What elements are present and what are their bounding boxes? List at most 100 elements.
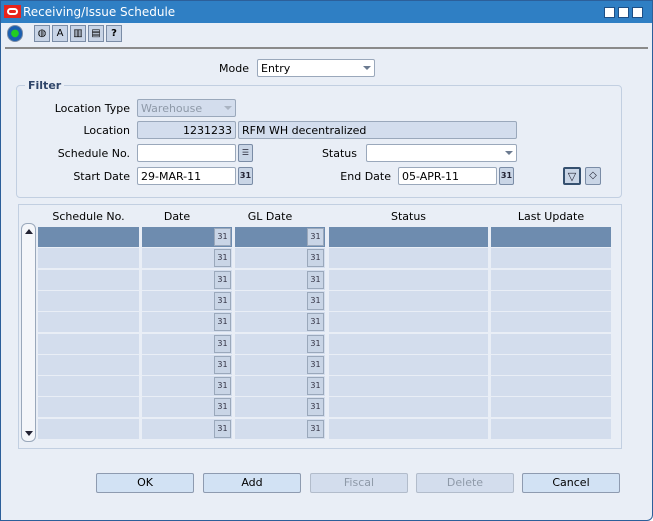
column-header-status: Status xyxy=(390,210,427,223)
table-cell-status[interactable] xyxy=(329,333,488,354)
column-header-schedule-no: Schedule No. xyxy=(52,210,125,223)
table-cell-schedule-no[interactable] xyxy=(38,333,139,354)
eraser-icon[interactable]: ◇ xyxy=(585,167,601,185)
calendar-icon[interactable]: 31 xyxy=(214,313,231,332)
calendar-icon[interactable]: 31 xyxy=(307,334,324,353)
calendar-icon[interactable]: 31 xyxy=(214,334,231,353)
table-cell-schedule-no[interactable] xyxy=(38,248,139,269)
end-date-input[interactable]: 05-APR-11 xyxy=(398,167,497,185)
divider xyxy=(5,47,648,49)
table-cell-status[interactable] xyxy=(329,312,488,333)
scroll-down-icon[interactable] xyxy=(25,431,33,436)
location-id-field: 1231233 xyxy=(137,121,236,139)
title-bar: Receiving/Issue Schedule xyxy=(1,1,652,23)
table-cell-schedule-no[interactable] xyxy=(38,227,139,247)
calendar-icon[interactable]: 31 xyxy=(238,167,253,185)
column-header-date: Date xyxy=(163,210,191,223)
calendar-icon[interactable]: 31 xyxy=(307,270,324,289)
location-name-field: RFM WH decentralized xyxy=(238,121,517,139)
mode-select[interactable]: Entry xyxy=(257,59,375,77)
window-title: Receiving/Issue Schedule xyxy=(23,5,176,19)
delete-button: Delete xyxy=(416,473,514,493)
table-cell-status[interactable] xyxy=(329,397,488,418)
chevron-down-icon xyxy=(224,106,232,110)
table-cell-schedule-no[interactable] xyxy=(38,418,139,439)
ok-button[interactable]: OK xyxy=(96,473,194,493)
spell-check-icon[interactable]: A xyxy=(52,25,68,42)
calendar-icon[interactable]: 31 xyxy=(499,167,514,185)
list-icon[interactable]: ☰ xyxy=(238,144,253,162)
table-cell-schedule-no[interactable] xyxy=(38,312,139,333)
filter-funnel-icon[interactable]: ▽ xyxy=(563,167,581,185)
calendar-icon[interactable]: 31 xyxy=(307,419,324,438)
calendar-icon[interactable]: 31 xyxy=(214,291,231,310)
calendar-icon[interactable]: 31 xyxy=(214,419,231,438)
table-cell-last-update[interactable] xyxy=(491,354,611,375)
calendar-icon[interactable]: 31 xyxy=(214,270,231,289)
filter-title: Filter xyxy=(25,79,65,92)
calendar-icon[interactable]: 31 xyxy=(307,398,324,417)
calendar-icon[interactable]: 31 xyxy=(307,313,324,332)
add-button[interactable]: Add xyxy=(203,473,301,493)
table-cell-schedule-no[interactable] xyxy=(38,354,139,375)
calendar-icon[interactable]: 31 xyxy=(214,398,231,417)
table-cell-last-update[interactable] xyxy=(491,227,611,247)
calendar-icon[interactable]: 31 xyxy=(307,355,324,374)
status-label: Status xyxy=(321,147,357,160)
table-cell-status[interactable] xyxy=(329,248,488,269)
table-cell-last-update[interactable] xyxy=(491,312,611,333)
calendar-icon[interactable]: 31 xyxy=(307,291,324,310)
calendar-icon[interactable]: 31 xyxy=(214,249,231,268)
table-cell-status[interactable] xyxy=(329,227,488,247)
table-cell-schedule-no[interactable] xyxy=(38,269,139,290)
table-cell-status[interactable] xyxy=(329,418,488,439)
location-type-select: Warehouse xyxy=(137,99,236,117)
print-icon[interactable]: ▤ xyxy=(88,25,104,42)
table-cell-last-update[interactable] xyxy=(491,376,611,397)
table-cell-last-update[interactable] xyxy=(491,397,611,418)
vertical-scrollbar[interactable] xyxy=(21,223,36,442)
chevron-down-icon xyxy=(505,151,513,155)
calendar-icon[interactable]: 31 xyxy=(307,249,324,268)
table-cell-schedule-no[interactable] xyxy=(38,397,139,418)
table-cell-status[interactable] xyxy=(329,290,488,311)
document-icon[interactable]: ▥ xyxy=(70,25,86,42)
cancel-button[interactable]: Cancel xyxy=(522,473,620,493)
table-cell-last-update[interactable] xyxy=(491,333,611,354)
calendar-icon[interactable]: 31 xyxy=(214,355,231,374)
calendar-icon[interactable]: 31 xyxy=(307,377,324,396)
globe-icon[interactable]: ● xyxy=(7,25,23,42)
table-cell-status[interactable] xyxy=(329,376,488,397)
calendar-icon[interactable]: 31 xyxy=(307,228,324,246)
location-type-value: Warehouse xyxy=(141,102,203,115)
table-cell-status[interactable] xyxy=(329,269,488,290)
start-date-input[interactable]: 29-MAR-11 xyxy=(137,167,236,185)
close-button[interactable] xyxy=(632,7,643,18)
chevron-down-icon xyxy=(363,66,371,70)
maximize-button[interactable] xyxy=(618,7,629,18)
table-cell-schedule-no[interactable] xyxy=(38,290,139,311)
mode-value: Entry xyxy=(261,62,291,75)
fiscal-button: Fiscal xyxy=(310,473,408,493)
table-cell-schedule-no[interactable] xyxy=(38,376,139,397)
status-select[interactable] xyxy=(366,144,517,162)
end-date-label: End Date xyxy=(340,170,391,183)
start-date-label: Start Date xyxy=(73,170,130,183)
table-cell-status[interactable] xyxy=(329,354,488,375)
calendar-icon[interactable]: 31 xyxy=(214,377,231,396)
minimize-button[interactable] xyxy=(604,7,615,18)
table-cell-last-update[interactable] xyxy=(491,290,611,311)
window: Receiving/Issue Schedule ● ◍ A ▥ ▤ ? Mod… xyxy=(0,0,653,521)
location-type-label: Location Type xyxy=(54,102,130,115)
table-cell-last-update[interactable] xyxy=(491,418,611,439)
help-icon[interactable]: ? xyxy=(106,25,122,42)
schedule-no-input[interactable] xyxy=(137,144,236,162)
table-cell-last-update[interactable] xyxy=(491,269,611,290)
web-help-icon[interactable]: ◍ xyxy=(34,25,50,42)
table-cell-last-update[interactable] xyxy=(491,248,611,269)
calendar-icon[interactable]: 31 xyxy=(214,228,231,246)
oracle-logo-icon xyxy=(4,5,21,18)
location-label: Location xyxy=(83,124,130,137)
toolbar: ● ◍ A ▥ ▤ ? xyxy=(1,23,652,47)
scroll-up-icon[interactable] xyxy=(25,229,33,234)
